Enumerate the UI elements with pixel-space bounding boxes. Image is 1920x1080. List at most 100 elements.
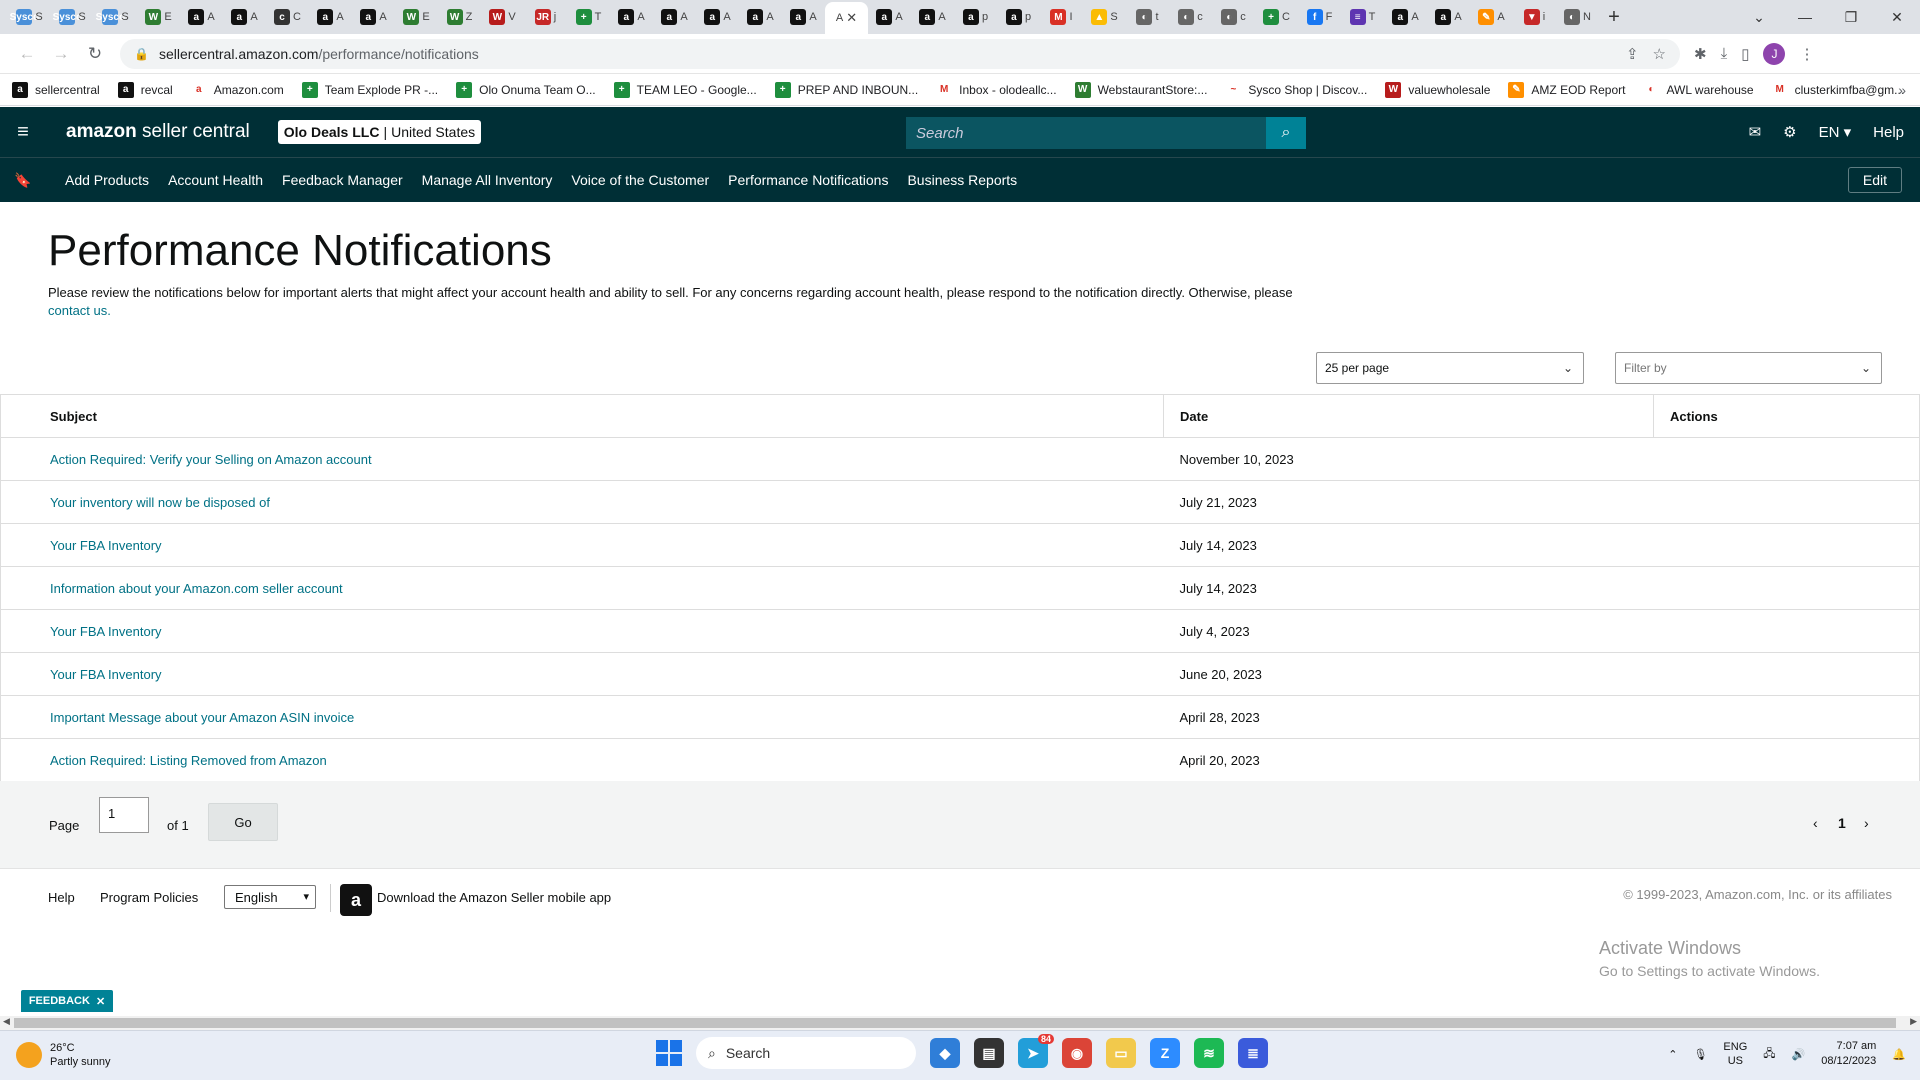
nav-item-feedback-manager[interactable]: Feedback Manager	[282, 172, 403, 188]
browser-tab[interactable]: WE	[137, 3, 180, 31]
tray-chevron-up-icon[interactable]: ⌃	[1668, 1048, 1677, 1061]
nav-item-performance-notifications[interactable]: Performance Notifications	[728, 172, 888, 188]
browser-tab[interactable]: WV	[481, 3, 524, 31]
volume-icon[interactable]: 🔊	[1792, 1048, 1806, 1061]
account-switcher[interactable]: Olo Deals LLC | United States	[277, 120, 482, 144]
back-button[interactable]: ←	[10, 44, 44, 64]
browser-tab[interactable]: Sysco S	[8, 3, 51, 31]
lock-icon[interactable]: 🔒	[134, 47, 149, 61]
seller-central-logo[interactable]: amazon seller central	[66, 121, 250, 143]
bookmark-item[interactable]: + Team Explode PR -...	[301, 81, 438, 98]
restore-button[interactable]: ❐	[1828, 9, 1874, 26]
file-manager-app-icon[interactable]: ▤	[974, 1038, 1004, 1068]
horizontal-scrollbar[interactable]: ◀ ▶	[0, 1016, 1920, 1030]
notification-bell-icon[interactable]: 🔔	[1892, 1048, 1906, 1061]
current-page-number[interactable]: 1	[1838, 815, 1846, 831]
nav-item-manage-all-inventory[interactable]: Manage All Inventory	[422, 172, 553, 188]
search-icon[interactable]: ⌕	[1266, 117, 1306, 149]
browser-tab[interactable]: aA	[223, 3, 266, 31]
new-tab-button[interactable]: +	[1599, 6, 1629, 29]
bookmark-item[interactable]: Wvaluewholesale	[1385, 81, 1490, 98]
nav-item-account-health[interactable]: Account Health	[168, 172, 263, 188]
browser-tab[interactable]: ◐ c	[1212, 3, 1255, 31]
bookmark-item[interactable]: + Olo Onuma Team O...	[456, 81, 596, 98]
notification-subject-link[interactable]: Action Required: Verify your Selling on …	[50, 452, 372, 467]
browser-tab[interactable]: aA	[696, 3, 739, 31]
browser-tab[interactable]: ◐ c	[1169, 3, 1212, 31]
bookmark-item[interactable]: ✎ AMZ EOD Report	[1508, 81, 1625, 98]
nav-item-add-products[interactable]: Add Products	[65, 172, 149, 188]
feedback-button[interactable]: FEEDBACK ✕	[21, 990, 113, 1012]
messages-icon[interactable]: ✉	[1749, 123, 1762, 141]
filter-by-select[interactable]: Filter by ⌄	[1615, 352, 1882, 384]
bookmark-item[interactable]: ~ Sysco Shop | Discov...	[1225, 81, 1367, 98]
browser-tab[interactable]: MI	[1040, 3, 1083, 31]
scroll-left-icon[interactable]: ◀	[3, 1016, 10, 1027]
browser-tab[interactable]: aA	[1427, 3, 1470, 31]
browser-tab[interactable]: ap	[954, 3, 997, 31]
telegram-app-icon[interactable]: ➤ 84	[1018, 1034, 1054, 1068]
browser-tab[interactable]: ✎ A	[1470, 3, 1513, 31]
download-icon[interactable]: ⤓	[1721, 45, 1728, 62]
minimize-button[interactable]: —	[1782, 9, 1828, 25]
language-selector[interactable]: EN ▾	[1819, 123, 1852, 141]
contact-us-link[interactable]: contact us.	[48, 303, 111, 318]
browser-tab[interactable]: WZ	[438, 3, 481, 31]
bookmark-item[interactable]: ◐ AWL warehouse	[1643, 81, 1754, 98]
browser-tab[interactable]: cC	[266, 3, 309, 31]
close-icon[interactable]: ✕	[96, 995, 105, 1008]
footer-program-policies-link[interactable]: Program Policies	[100, 890, 198, 905]
bookmark-item[interactable]: M Inbox - olodeallc...	[936, 81, 1057, 98]
notification-subject-link[interactable]: Action Required: Listing Removed from Am…	[50, 753, 327, 768]
download-app-link[interactable]: Download the Amazon Seller mobile app	[377, 890, 611, 905]
browser-tab[interactable]: + C	[1255, 3, 1298, 31]
zoom-app-icon[interactable]: Z	[1150, 1038, 1180, 1068]
weather-widget[interactable]: 26°C Partly sunny	[16, 1041, 111, 1069]
close-tab-icon[interactable]: ✕	[846, 10, 857, 26]
profile-avatar[interactable]: J	[1763, 42, 1786, 65]
browser-tab[interactable]: WE	[395, 3, 438, 31]
go-button[interactable]: Go	[208, 803, 278, 841]
hamburger-menu-icon[interactable]: ≡	[0, 121, 46, 144]
browser-tab[interactable]: Sysco S	[51, 3, 94, 31]
forward-button[interactable]: →	[44, 44, 78, 64]
chrome-app-icon[interactable]: ◉	[1062, 1038, 1092, 1068]
bookmark-item[interactable]: Mclusterkimfba@gm...	[1771, 81, 1904, 98]
browser-tab[interactable]: fF	[1298, 3, 1341, 31]
page-number-input[interactable]: 1	[99, 797, 149, 833]
side-panel-icon[interactable]: ▯	[1741, 45, 1749, 63]
bookmark-item[interactable]: a revcal	[117, 81, 173, 98]
browser-tab[interactable]: ◐ N	[1556, 3, 1599, 31]
browser-tab[interactable]: ▲ S	[1083, 3, 1126, 31]
browser-tab[interactable]: + T	[567, 3, 610, 31]
browser-tab[interactable]: aA	[782, 3, 825, 31]
previous-page-icon[interactable]: ‹	[1813, 815, 1818, 831]
bookmark-item[interactable]: a sellercentral	[12, 81, 100, 98]
nav-item-business-reports[interactable]: Business Reports	[907, 172, 1017, 188]
browser-tab[interactable]: ap	[997, 3, 1040, 31]
browser-tab[interactable]: aA	[868, 3, 911, 31]
browser-menu-icon[interactable]: ⋮	[1799, 45, 1814, 63]
reload-button[interactable]: ↻	[78, 44, 112, 64]
header-search-input[interactable]	[906, 117, 1266, 149]
notification-subject-link[interactable]: Your FBA Inventory	[50, 667, 162, 682]
notification-subject-link[interactable]: Your FBA Inventory	[50, 624, 162, 639]
close-window-button[interactable]: ✕	[1874, 9, 1920, 26]
per-page-select[interactable]: 25 per page ⌄	[1316, 352, 1584, 384]
taskbar-search[interactable]: ⌕ Search	[696, 1037, 916, 1069]
nav-item-voice-of-customer[interactable]: Voice of the Customer	[571, 172, 709, 188]
edit-nav-button[interactable]: Edit	[1847, 167, 1902, 193]
footer-language-select[interactable]: English ▾	[224, 885, 316, 909]
spotify-app-icon[interactable]: ≋	[1194, 1038, 1224, 1068]
network-icon[interactable]: 🖧	[1763, 1045, 1775, 1064]
browser-tab[interactable]: aA	[180, 3, 223, 31]
file-explorer-app-icon[interactable]: ▭	[1106, 1038, 1136, 1068]
copilot-app-icon[interactable]: ◆	[930, 1038, 960, 1068]
help-link[interactable]: Help	[1873, 124, 1904, 141]
clock[interactable]: 7:07 am 08/12/2023	[1821, 1039, 1876, 1069]
browser-tab[interactable]: JR j	[524, 3, 567, 31]
microphone-icon[interactable]: 🎙	[1693, 1048, 1707, 1061]
bookmark-item[interactable]: a Amazon.com	[190, 81, 284, 98]
start-button[interactable]	[656, 1040, 682, 1066]
notification-subject-link[interactable]: Information about your Amazon.com seller…	[50, 581, 343, 596]
